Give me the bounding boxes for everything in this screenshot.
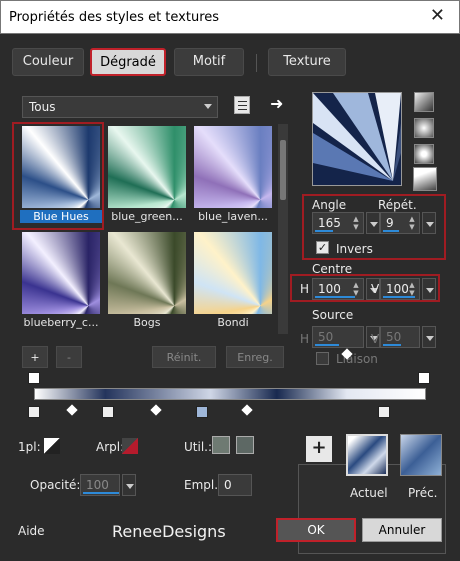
gradient-swatch[interactable]: blue_laven... (192, 124, 274, 226)
selected-swatch-highlight (12, 122, 104, 230)
scrollbar-thumb[interactable] (280, 140, 286, 200)
center-h-input[interactable]: 100 ▲ ▼ (312, 278, 364, 300)
source-h-value: 50 (318, 330, 334, 344)
gradient-bar[interactable] (34, 388, 426, 400)
one-plane-label: 1pl: (18, 440, 41, 454)
source-v-input[interactable]: 50 (380, 326, 420, 348)
current-swatch[interactable] (346, 434, 388, 476)
util-label: Util.: (184, 440, 213, 454)
opacity-value: 100 (86, 478, 109, 492)
gradient-swatch[interactable]: Bogs (106, 230, 188, 332)
gradient-preview[interactable] (312, 92, 402, 186)
repeat-label: Répét. (378, 198, 417, 212)
sunburst-style-button[interactable] (413, 167, 437, 191)
source-h-label: H (300, 332, 310, 346)
opacity-input[interactable]: 100 (80, 474, 120, 496)
gradient-thumb (194, 126, 272, 208)
angle-input[interactable]: 165 ▲ ▼ (312, 212, 364, 234)
one-plane-toggle[interactable] (44, 438, 60, 454)
tab-degrade[interactable]: Dégradé (90, 48, 166, 76)
remove-gradient-button[interactable]: - (56, 346, 82, 368)
source-h-input[interactable]: 50 (312, 326, 364, 348)
tab-motif[interactable]: Motif (174, 48, 244, 76)
repeat-dropdown[interactable] (422, 212, 436, 234)
color-stop[interactable] (28, 406, 40, 418)
gradient-label: blueberry_c... (23, 316, 99, 329)
rectangular-style-button[interactable] (414, 118, 434, 138)
help-link[interactable]: Aide (18, 524, 45, 538)
repeat-value: 9 (386, 216, 394, 230)
gradient-label: Bondi (217, 316, 249, 329)
ok-button[interactable]: OK (276, 518, 356, 542)
previous-swatch[interactable] (400, 434, 442, 476)
category-dropdown[interactable]: Tous (22, 96, 218, 118)
gradient-label: blue_laven... (198, 210, 268, 223)
close-icon[interactable]: ✕ (430, 5, 445, 26)
preview-gradient-art (313, 93, 401, 185)
angle-dropdown[interactable] (366, 212, 380, 234)
gradient-label: blue_green... (111, 210, 183, 223)
empl-input[interactable]: 0 (218, 474, 252, 496)
center-h-label: H (300, 282, 310, 296)
arrow-right-icon[interactable]: ➜ (270, 94, 283, 113)
window-title: Propriétés des styles et textures (9, 10, 220, 25)
source-v-label: V (371, 332, 380, 346)
add-swatch-button[interactable]: + (306, 436, 332, 462)
gradient-label: Bogs (133, 316, 161, 329)
center-v-label: V (371, 282, 380, 296)
gradient-swatch[interactable]: blueberry_c... (20, 230, 102, 332)
arpl-toggle[interactable] (122, 438, 138, 454)
gradient-swatch[interactable]: Bondi (192, 230, 274, 332)
arpl-label: Arpl: (96, 440, 125, 454)
util-color-1[interactable] (212, 436, 230, 454)
invert-label: Invers (336, 242, 373, 256)
color-midpoint[interactable] (241, 404, 253, 416)
gradient-thumb (194, 232, 272, 314)
color-midpoint[interactable] (66, 404, 78, 416)
repeat-input[interactable]: 9 ▲ ▼ (380, 212, 420, 234)
color-midpoint[interactable] (150, 404, 162, 416)
util-color-2[interactable] (236, 436, 254, 454)
add-gradient-button[interactable]: + (22, 346, 48, 368)
center-v-dropdown[interactable] (422, 278, 436, 300)
source-v-value: 50 (386, 330, 402, 344)
current-label: Actuel (350, 486, 388, 500)
gradient-thumb (22, 232, 100, 314)
opacity-dropdown[interactable] (122, 474, 136, 496)
center-h-value: 100 (318, 282, 341, 296)
document-icon[interactable] (234, 96, 250, 114)
color-stop[interactable] (196, 406, 208, 418)
empl-value: 0 (224, 478, 232, 492)
linear-style-button[interactable] (414, 92, 434, 112)
color-stop[interactable] (102, 406, 114, 418)
tab-texture[interactable]: Texture (268, 48, 346, 76)
radial-style-button[interactable] (414, 144, 434, 164)
save-gradient-button[interactable]: Enreg. (226, 346, 284, 368)
title-bar: Propriétés des styles et textures ✕ (0, 0, 460, 34)
brand-signature: ReneeDesigns (112, 522, 226, 541)
opacity-stop-end[interactable] (418, 372, 430, 384)
gradient-thumb (108, 232, 186, 314)
chevron-down-icon (204, 104, 212, 109)
gradient-thumb (108, 126, 186, 208)
center-v-input[interactable]: 100 ▲ ▼ (380, 278, 420, 300)
tab-couleur[interactable]: Couleur (12, 48, 84, 76)
color-stop[interactable] (378, 406, 390, 418)
source-v-dropdown[interactable] (422, 326, 436, 348)
invert-checkbox[interactable]: ✓ (316, 241, 329, 254)
gradient-swatch[interactable]: blue_green... (106, 124, 188, 226)
opacity-stop-start[interactable] (28, 372, 40, 384)
cancel-button[interactable]: Annuler (362, 518, 442, 542)
opacity-label: Opacité: (30, 478, 81, 492)
angle-value: 165 (318, 216, 341, 230)
source-label: Source (312, 308, 354, 322)
category-value: Tous (29, 100, 56, 114)
link-checkbox[interactable] (316, 352, 329, 365)
tab-separator (256, 54, 257, 72)
angle-label: Angle (312, 198, 347, 212)
empl-label: Empl.: (184, 478, 223, 492)
previous-label: Préc. (408, 486, 438, 500)
reset-button[interactable]: Réinit. (152, 346, 216, 368)
center-v-value: 100 (386, 282, 409, 296)
